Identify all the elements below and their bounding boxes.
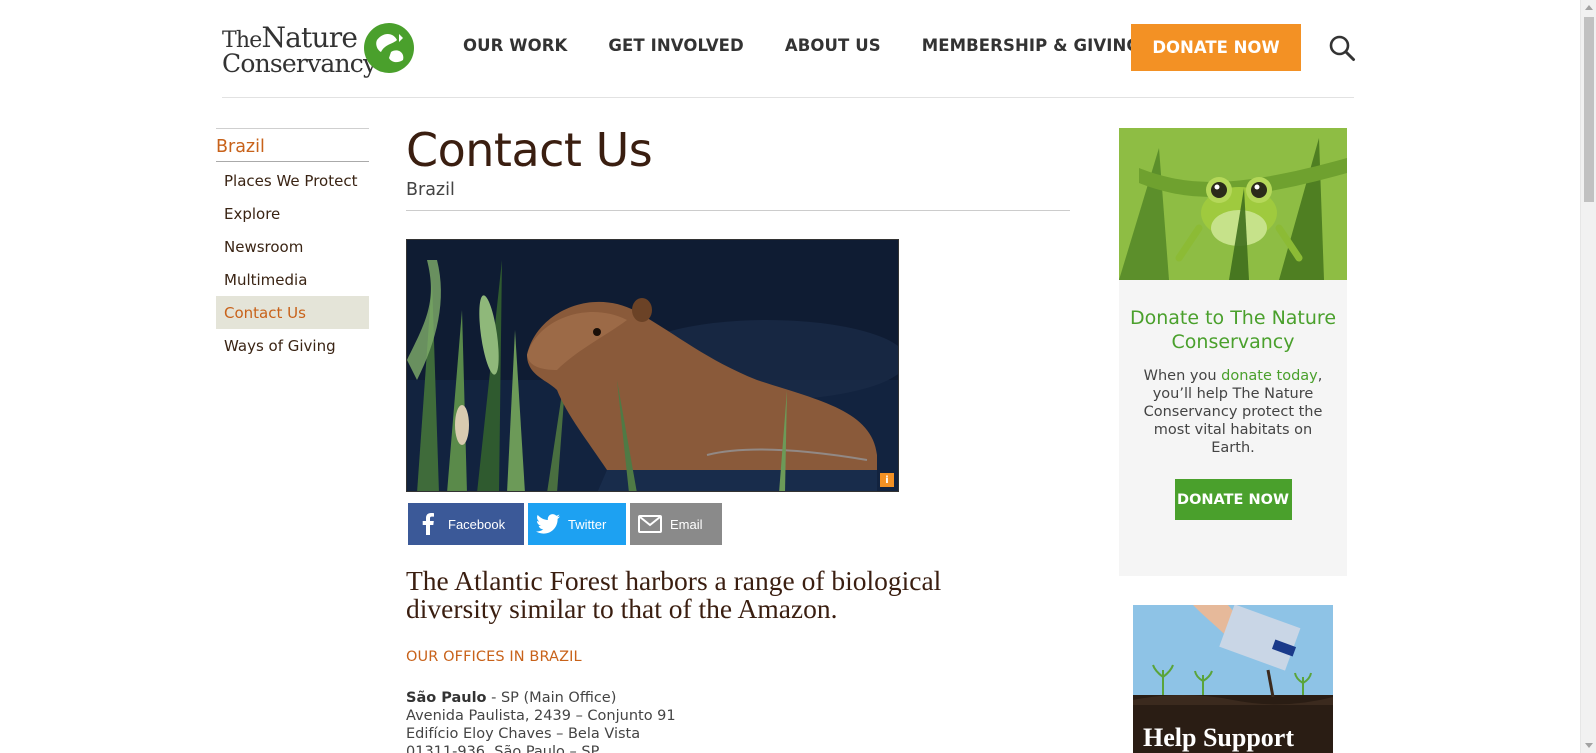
donate-today-link[interactable]: donate today — [1221, 368, 1318, 384]
lead-paragraph: The Atlantic Forest harbors a range of b… — [406, 565, 942, 624]
sidebar-item-newsroom[interactable]: Newsroom — [216, 230, 369, 263]
sidebar-item-places-we-protect[interactable]: Places We Protect — [216, 164, 369, 197]
scroll-down-arrow-icon[interactable] — [1585, 743, 1593, 748]
ad-headline: Help Support — [1143, 723, 1294, 752]
donate-card-title: Donate to The Nature Conservancy — [1129, 307, 1337, 353]
offices-heading: OUR OFFICES IN BRAZIL — [406, 649, 582, 665]
facebook-icon — [408, 513, 448, 535]
sidebar-item-multimedia[interactable]: Multimedia — [216, 263, 369, 296]
help-support-ad[interactable]: Help Support — [1133, 605, 1333, 753]
office-city-suffix: - SP (Main Office) — [486, 690, 617, 706]
twitter-icon — [528, 514, 568, 534]
header-divider — [222, 97, 1354, 98]
header-donate-button[interactable]: DONATE NOW — [1131, 24, 1301, 71]
main-content: Contact Us Brazil i Facebook Twitter Ema… — [406, 122, 1070, 753]
twitter-share-label: Twitter — [568, 516, 607, 532]
facebook-share-button[interactable]: Facebook — [408, 503, 524, 545]
share-buttons: Facebook Twitter Email — [408, 503, 1070, 545]
email-share-label: Email — [670, 516, 703, 532]
sidebar-item-explore[interactable]: Explore — [216, 197, 369, 230]
capybara-photo — [407, 240, 898, 491]
frog-image — [1119, 128, 1347, 280]
scroll-up-arrow-icon[interactable] — [1585, 5, 1593, 10]
search-icon[interactable] — [1328, 34, 1356, 62]
page-scrollbar[interactable] — [1580, 0, 1596, 753]
hero-image-capybara: i — [406, 239, 899, 492]
section-sidebar: Brazil Places We Protect Explore Newsroo… — [216, 128, 369, 362]
page-subtitle: Brazil — [406, 180, 1070, 211]
twitter-share-button[interactable]: Twitter — [528, 503, 626, 545]
office-street: Avenida Paulista, 2439 – Conjunto 91 — [406, 708, 676, 724]
page-title: Contact Us — [406, 123, 653, 177]
office-address: São Paulo - SP (Main Office) Avenida Pau… — [406, 689, 1070, 753]
sidebar-item-contact-us[interactable]: Contact Us — [216, 296, 369, 329]
sidebar-item-ways-of-giving[interactable]: Ways of Giving — [216, 329, 369, 362]
office-city: São Paulo — [406, 690, 487, 706]
globe-leaf-icon — [364, 23, 414, 73]
email-share-button[interactable]: Email — [630, 503, 722, 545]
nav-get-involved[interactable]: GET INVOLVED — [608, 36, 743, 55]
main-nav: OUR WORK GET INVOLVED ABOUT US MEMBERSHI… — [463, 36, 1140, 55]
donate-card: Donate to The Nature Conservancy When yo… — [1119, 128, 1347, 576]
nav-membership-giving[interactable]: MEMBERSHIP & GIVING — [922, 36, 1140, 55]
nav-about-us[interactable]: ABOUT US — [785, 36, 881, 55]
donate-card-body: When you donate today, you’ll help The N… — [1143, 368, 1323, 456]
office-building: Edifício Eloy Chaves – Bela Vista — [406, 726, 641, 742]
site-header: TheNature Conservancy OUR WORK GET INVOL… — [0, 0, 1580, 100]
logo-wordmark: TheNature Conservancy — [222, 20, 377, 78]
card-donate-button[interactable]: DONATE NOW — [1174, 479, 1292, 520]
info-icon[interactable]: i — [880, 473, 894, 487]
envelope-icon — [630, 515, 670, 533]
scrollbar-thumb[interactable] — [1584, 17, 1594, 202]
facebook-share-label: Facebook — [448, 516, 506, 532]
site-logo[interactable]: TheNature Conservancy — [222, 20, 417, 80]
nav-our-work[interactable]: OUR WORK — [463, 36, 567, 55]
office-postal: 01311-936, São Paulo – SP — [406, 744, 600, 753]
sidebar-title[interactable]: Brazil — [216, 129, 369, 162]
